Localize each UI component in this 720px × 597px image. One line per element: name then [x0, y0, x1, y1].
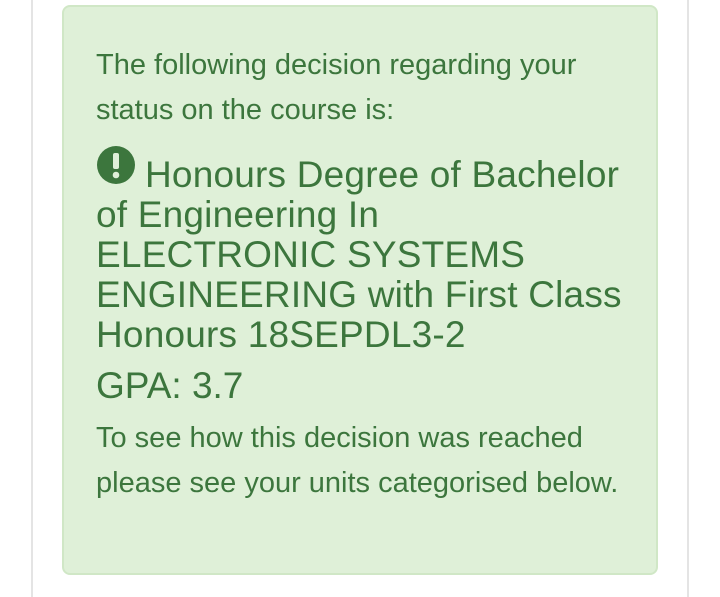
gpa-value: 3.7: [191, 365, 244, 406]
decision-explanation-text: To see how this decision was reached ple…: [96, 422, 619, 499]
decision-alert-panel: The following decision regarding your st…: [62, 5, 658, 575]
gpa-label: GPA:: [96, 365, 182, 406]
award-title: Honours Degree of Bachelor of Engineerin…: [96, 145, 626, 355]
decision-intro-text: The following decision regarding your st…: [96, 49, 577, 126]
award-text: Honours Degree of Bachelor of Engineerin…: [96, 154, 622, 355]
gpa: GPA: 3.7: [96, 366, 626, 406]
exclamation-circle-icon: [96, 145, 136, 185]
